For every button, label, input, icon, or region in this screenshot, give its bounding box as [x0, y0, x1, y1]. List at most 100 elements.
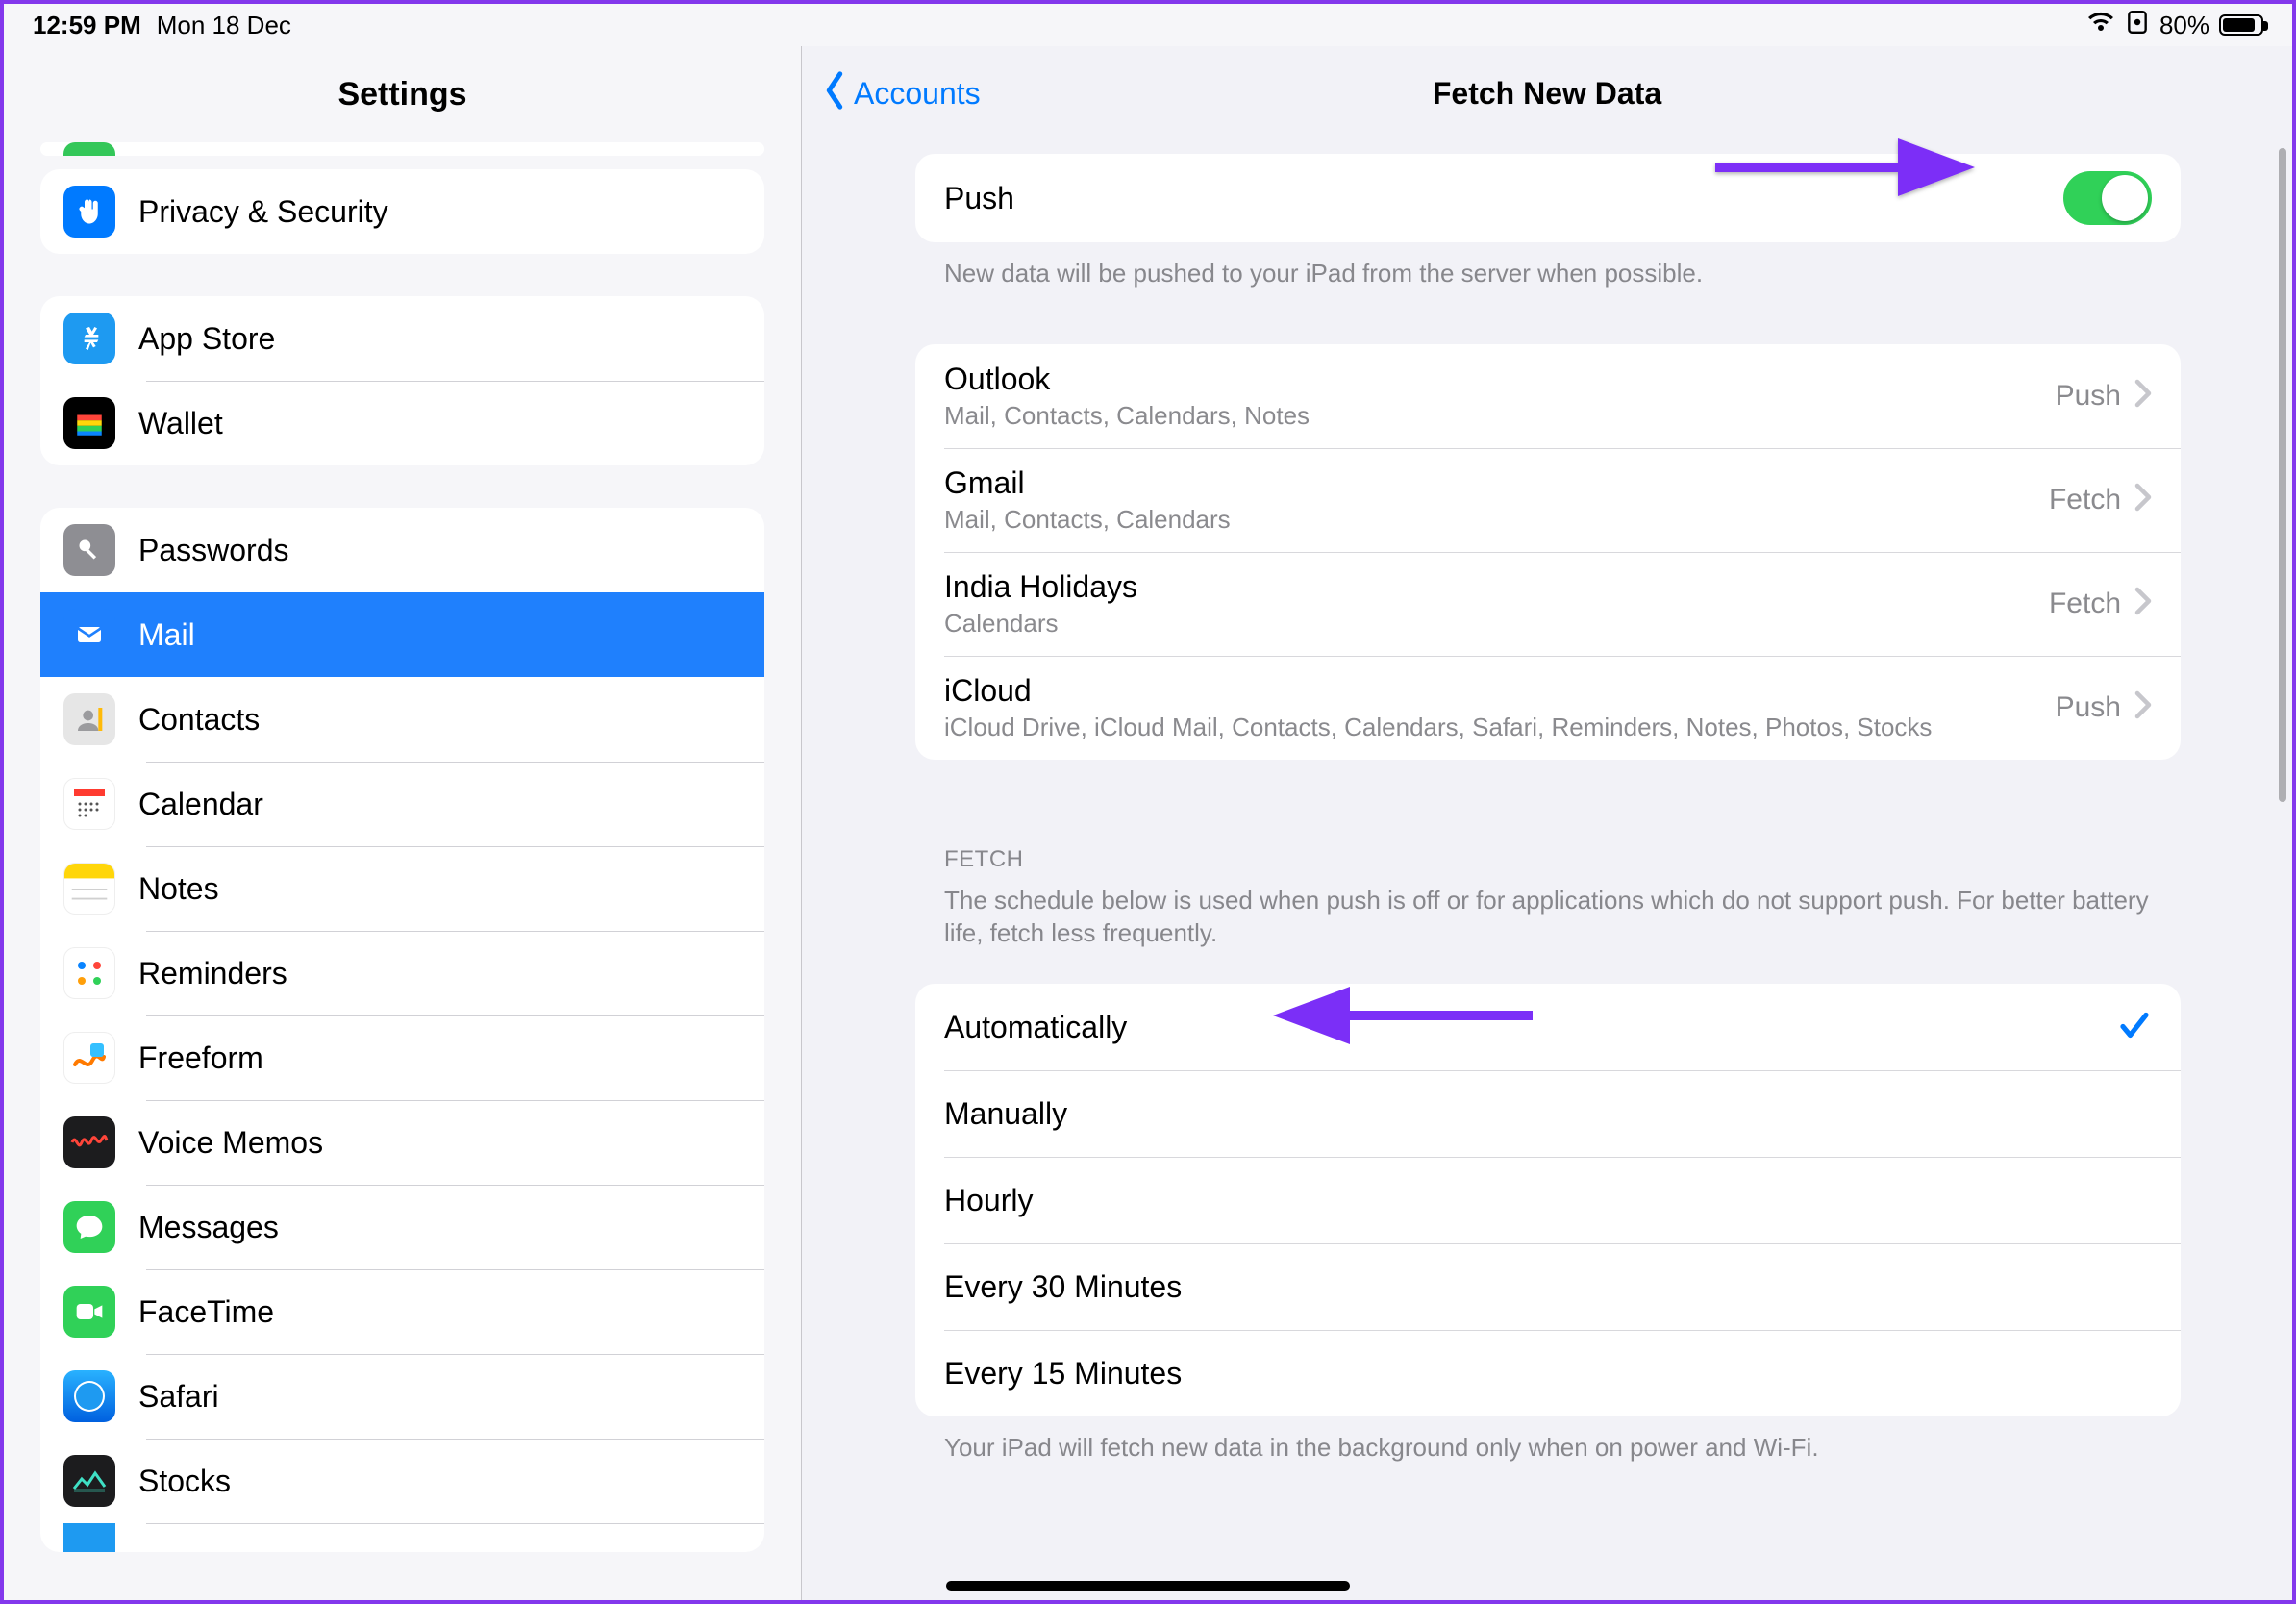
sidebar-item-calendar[interactable]: Calendar	[40, 762, 764, 846]
sidebar-item-label: Wallet	[138, 406, 223, 441]
sidebar-item-label: Freeform	[138, 1040, 263, 1076]
account-row-icloud[interactable]: iCloud iCloud Drive, iCloud Mail, Contac…	[915, 656, 2181, 760]
key-icon	[63, 524, 115, 576]
chevron-left-icon	[821, 71, 848, 117]
option-label: Every 30 Minutes	[944, 1269, 2152, 1305]
sidebar-item-partial[interactable]	[40, 1523, 764, 1552]
account-detail: Mail, Contacts, Calendars, Notes	[944, 401, 2056, 431]
sidebar-item-reminders[interactable]: Reminders	[40, 931, 764, 1015]
option-label: Hourly	[944, 1183, 2152, 1218]
main-header: Accounts Fetch New Data	[802, 46, 2292, 142]
fetch-option-hourly[interactable]: Hourly	[915, 1157, 2181, 1243]
sidebar-item-label: Notes	[138, 871, 219, 907]
account-mode: Fetch	[2049, 484, 2121, 516]
hand-icon	[63, 186, 115, 238]
fetch-footer: Your iPad will fetch new data in the bac…	[915, 1416, 2181, 1465]
accounts-group: Outlook Mail, Contacts, Calendars, Notes…	[915, 344, 2181, 760]
account-name: India Holidays	[944, 569, 2049, 605]
freeform-icon	[63, 1032, 115, 1084]
facetime-icon	[63, 1286, 115, 1338]
chevron-right-icon	[2134, 379, 2152, 413]
sidebar-item-wallet[interactable]: Wallet	[40, 381, 764, 465]
option-label: Every 15 Minutes	[944, 1356, 2152, 1391]
option-label: Automatically	[944, 1010, 2117, 1045]
sidebar-item-voice-memos[interactable]: Voice Memos	[40, 1100, 764, 1185]
sidebar-item-label: Calendar	[138, 787, 263, 822]
sidebar-item-label: Stocks	[138, 1464, 231, 1499]
fetch-option-manually[interactable]: Manually	[915, 1070, 2181, 1157]
sidebar-item-mail[interactable]: Mail	[40, 592, 764, 677]
sidebar-item-contacts[interactable]: Contacts	[40, 677, 764, 762]
wifi-icon	[2086, 11, 2115, 40]
chevron-right-icon	[2134, 587, 2152, 620]
sidebar-item-facetime[interactable]: FaceTime	[40, 1269, 764, 1354]
page-title: Fetch New Data	[1433, 76, 1661, 112]
scrollbar-thumb[interactable]	[2279, 148, 2286, 802]
fetch-option-automatically[interactable]: Automatically	[915, 984, 2181, 1070]
chevron-right-icon	[2134, 483, 2152, 516]
weather-icon	[63, 1523, 115, 1552]
sidebar-item-privacy-security[interactable]: Privacy & Security	[40, 169, 764, 254]
main-panel: Accounts Fetch New Data Push New data wi…	[802, 46, 2292, 1600]
calendar-icon	[63, 778, 115, 830]
sidebar-item-safari[interactable]: Safari	[40, 1354, 764, 1439]
fetch-desc: The schedule below is used when push is …	[915, 879, 2181, 950]
messages-icon	[63, 1201, 115, 1253]
sidebar-group-privacy: Privacy & Security	[40, 169, 764, 254]
sidebar-item-label: Passwords	[138, 533, 289, 568]
push-footer: New data will be pushed to your iPad fro…	[915, 242, 2181, 290]
voice-memos-icon	[63, 1116, 115, 1168]
account-mode: Push	[2056, 380, 2121, 413]
sidebar: Settings Privacy & Security App Store	[4, 46, 802, 1600]
sidebar-item-label: FaceTime	[138, 1294, 274, 1330]
safari-icon	[63, 1370, 115, 1422]
account-row-gmail[interactable]: Gmail Mail, Contacts, Calendars Fetch	[915, 448, 2181, 552]
status-time: 12:59 PM	[33, 11, 141, 40]
mail-icon	[63, 609, 115, 661]
account-detail: Calendars	[944, 609, 2049, 639]
account-row-outlook[interactable]: Outlook Mail, Contacts, Calendars, Notes…	[915, 344, 2181, 448]
home-indicator	[946, 1581, 1350, 1591]
account-detail: iCloud Drive, iCloud Mail, Contacts, Cal…	[944, 713, 2056, 742]
sidebar-item-label: Messages	[138, 1210, 279, 1245]
sidebar-item-app-store[interactable]: App Store	[40, 296, 764, 381]
notes-icon	[63, 863, 115, 915]
sidebar-item-freeform[interactable]: Freeform	[40, 1015, 764, 1100]
account-name: Gmail	[944, 465, 2049, 501]
fetch-header: FETCH	[915, 846, 2181, 879]
sidebar-item-label: Mail	[138, 617, 195, 653]
status-bar: 12:59 PM Mon 18 Dec 80%	[4, 4, 2292, 46]
account-name: iCloud	[944, 673, 2056, 709]
sidebar-item-label: Reminders	[138, 956, 287, 991]
account-row-india-holidays[interactable]: India Holidays Calendars Fetch	[915, 552, 2181, 656]
reminders-icon	[63, 947, 115, 999]
push-row[interactable]: Push	[915, 154, 2181, 242]
stocks-icon	[63, 1455, 115, 1507]
sidebar-item-label: App Store	[138, 321, 275, 357]
contacts-icon	[63, 693, 115, 745]
option-label: Manually	[944, 1096, 2152, 1132]
fetch-option-30min[interactable]: Every 30 Minutes	[915, 1243, 2181, 1330]
status-date: Mon 18 Dec	[157, 11, 291, 40]
fetch-option-15min[interactable]: Every 15 Minutes	[915, 1330, 2181, 1416]
sidebar-item-label: Privacy & Security	[138, 194, 388, 230]
push-label: Push	[944, 181, 2063, 216]
sidebar-item-label: Safari	[138, 1379, 219, 1415]
battery-pct: 80%	[2159, 11, 2209, 40]
sidebar-item-messages[interactable]: Messages	[40, 1185, 764, 1269]
sidebar-item-notes[interactable]: Notes	[40, 846, 764, 931]
rotation-lock-icon	[2125, 10, 2150, 41]
account-detail: Mail, Contacts, Calendars	[944, 505, 2049, 535]
push-toggle[interactable]	[2063, 171, 2152, 225]
sidebar-item-stocks[interactable]: Stocks	[40, 1439, 764, 1523]
sidebar-item-passwords[interactable]: Passwords	[40, 508, 764, 592]
battery-icon	[2219, 14, 2263, 36]
account-mode: Push	[2056, 691, 2121, 724]
account-mode: Fetch	[2049, 588, 2121, 620]
push-group: Push	[915, 154, 2181, 242]
sidebar-item-label: Contacts	[138, 702, 260, 738]
account-name: Outlook	[944, 362, 2056, 397]
sidebar-item-label: Voice Memos	[138, 1125, 323, 1161]
back-button[interactable]: Accounts	[821, 46, 981, 141]
wallet-icon	[63, 397, 115, 449]
